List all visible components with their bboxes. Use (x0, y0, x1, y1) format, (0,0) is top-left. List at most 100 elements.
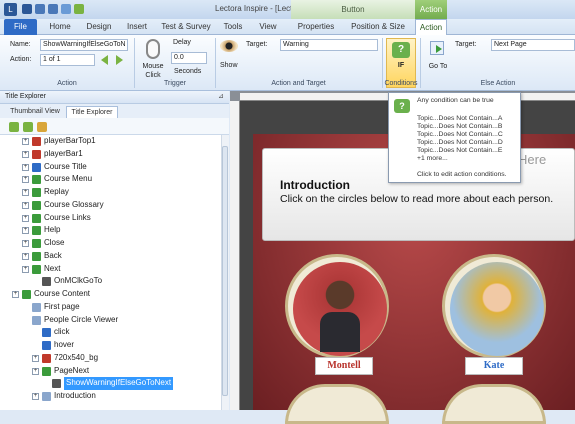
eye-icon[interactable] (220, 40, 238, 52)
tab-view[interactable]: View (253, 19, 283, 35)
tree-item[interactable]: + Introduction (0, 390, 221, 403)
condition-question-icon[interactable]: ? (392, 42, 410, 58)
seconds-label: Seconds (174, 68, 202, 75)
tree-tool-icon[interactable] (23, 122, 33, 132)
button-icon (32, 226, 41, 236)
goto-label[interactable]: Go To (426, 62, 450, 71)
tree-item[interactable]: + playerBarTop1 (0, 135, 221, 148)
tab-home[interactable]: Home (42, 19, 78, 35)
tree-item[interactable]: ShowWarningIfElseGoToNext (0, 377, 221, 390)
expand-toggle-icon[interactable]: + (22, 214, 29, 222)
tree-item[interactable]: OnMClkGoTo (0, 275, 221, 288)
conditions-tooltip: ? Any condition can be true Topic...Does… (388, 92, 521, 183)
undo-icon[interactable] (35, 4, 45, 14)
tree-item[interactable]: click (0, 326, 221, 339)
expand-toggle-icon[interactable]: + (22, 176, 29, 184)
image-icon (32, 137, 41, 146)
expand-toggle-icon[interactable]: + (32, 393, 39, 400)
delay-input[interactable]: 0.0 (171, 52, 207, 64)
app-icon[interactable]: L (4, 3, 17, 16)
if-label[interactable]: IF (386, 62, 416, 69)
tree-item[interactable]: + Help (0, 224, 221, 237)
tree-item[interactable]: hover (0, 339, 221, 352)
expand-toggle-icon[interactable]: + (22, 138, 29, 145)
save-icon[interactable] (22, 4, 32, 14)
tab-action[interactable]: Action (415, 19, 447, 36)
tab-insert[interactable]: Insert (120, 19, 154, 35)
action-name-field[interactable]: ShowWarningIfElseGoToN (40, 39, 128, 51)
expand-toggle-icon[interactable]: + (22, 240, 29, 247)
tree-item-label: Replay (44, 187, 69, 196)
tree-item-label: Next (44, 263, 61, 273)
tree-item[interactable]: +720x540_bg (0, 352, 221, 365)
show-label[interactable]: Show (220, 62, 238, 69)
tree-item[interactable]: + Course Content (0, 288, 221, 301)
text-icon (32, 162, 41, 172)
page-icon (32, 315, 41, 325)
tree-item[interactable]: + Back (0, 250, 221, 263)
tree-item-label: 720x540_bg (54, 352, 99, 362)
tree-item[interactable]: + Close (0, 237, 221, 250)
tooltip-condition: Topic...Does Not Contain...C (417, 131, 503, 138)
tree-item[interactable]: + Course Menu (0, 173, 221, 186)
expand-toggle-icon[interactable]: + (22, 227, 29, 235)
expand-toggle-icon[interactable]: + (22, 163, 29, 171)
next-action-icon[interactable] (116, 55, 123, 65)
expand-toggle-icon[interactable]: + (32, 354, 39, 362)
tab-title-explorer[interactable]: Title Explorer (66, 106, 118, 118)
tab-properties[interactable]: Properties (291, 19, 341, 35)
name-ribbon-kate[interactable]: Kate (465, 357, 523, 375)
tree-item[interactable]: + Course Glossary (0, 199, 221, 212)
tree-item[interactable]: First page (0, 301, 221, 314)
tree-item-label: Course Glossary (44, 199, 104, 209)
previous-action-icon[interactable] (101, 55, 108, 65)
explorer-header-title: Title Explorer (5, 93, 46, 100)
avatar-kate[interactable] (450, 262, 544, 356)
tab-test-survey[interactable]: Test & Survey (157, 19, 215, 35)
expand-toggle-icon[interactable]: + (22, 265, 29, 273)
target-select[interactable]: Warning (280, 39, 378, 51)
tab-tools[interactable]: Tools (218, 19, 248, 35)
tree-item[interactable]: + Course Links (0, 212, 221, 225)
expand-toggle-icon[interactable]: + (32, 367, 39, 375)
tree-item-label: People Circle Viewer (44, 314, 119, 324)
intro-text[interactable]: Click on the circles below to read more … (280, 193, 553, 205)
group-label-conditions: Conditions (384, 80, 418, 87)
publish-icon[interactable] (74, 4, 84, 14)
intro-title[interactable]: Introduction (280, 178, 350, 192)
context-group-action: Action (415, 0, 447, 19)
group-label-action: Action (57, 80, 77, 87)
expand-toggle-icon[interactable]: + (22, 252, 29, 260)
tree-item[interactable]: + PageNext (0, 365, 221, 378)
tree-item[interactable]: + Replay (0, 186, 221, 199)
tree-item-label: hover (54, 340, 75, 349)
explorer-header: Title Explorer ⊿ (0, 91, 229, 104)
tree-tool-icon[interactable] (37, 122, 47, 132)
tree-item[interactable]: + Course Title (0, 161, 221, 174)
tree-item[interactable]: People Circle Viewer (0, 314, 221, 327)
expand-toggle-icon[interactable]: + (22, 201, 29, 209)
tab-position-size[interactable]: Position & Size (343, 19, 413, 35)
explorer-tree: + playerBarTop1 + playerBar1 + Course Title + C… (0, 135, 221, 410)
tab-design[interactable]: Design (80, 19, 118, 35)
mouse-click-label[interactable]: Mouse Click (138, 62, 168, 80)
action-index-select[interactable]: 1 of 1 (40, 54, 95, 66)
expand-toggle-icon[interactable]: + (12, 291, 19, 298)
tree-item[interactable]: + Next (0, 263, 221, 276)
pin-icon[interactable]: ⊿ (218, 92, 224, 100)
name-ribbon-montell[interactable]: Montell (315, 357, 373, 375)
tab-thumbnail-view[interactable]: Thumbnail View (6, 106, 64, 118)
else-target-select[interactable]: Next Page (491, 39, 575, 51)
header-ghost-text: Here (518, 152, 547, 167)
mouse-click-icon[interactable] (146, 39, 160, 59)
tab-file[interactable]: File (4, 19, 37, 35)
tree-tool-icon[interactable] (9, 122, 19, 132)
preview-icon[interactable] (61, 4, 71, 14)
expand-toggle-icon[interactable]: + (22, 150, 29, 158)
expand-toggle-icon[interactable]: + (22, 189, 29, 196)
redo-icon[interactable] (48, 4, 58, 14)
tree-item-label: Course Title (44, 161, 87, 171)
scrollbar-thumb[interactable] (222, 146, 228, 396)
tree-item[interactable]: + playerBar1 (0, 148, 221, 161)
vertical-ruler (230, 101, 240, 410)
